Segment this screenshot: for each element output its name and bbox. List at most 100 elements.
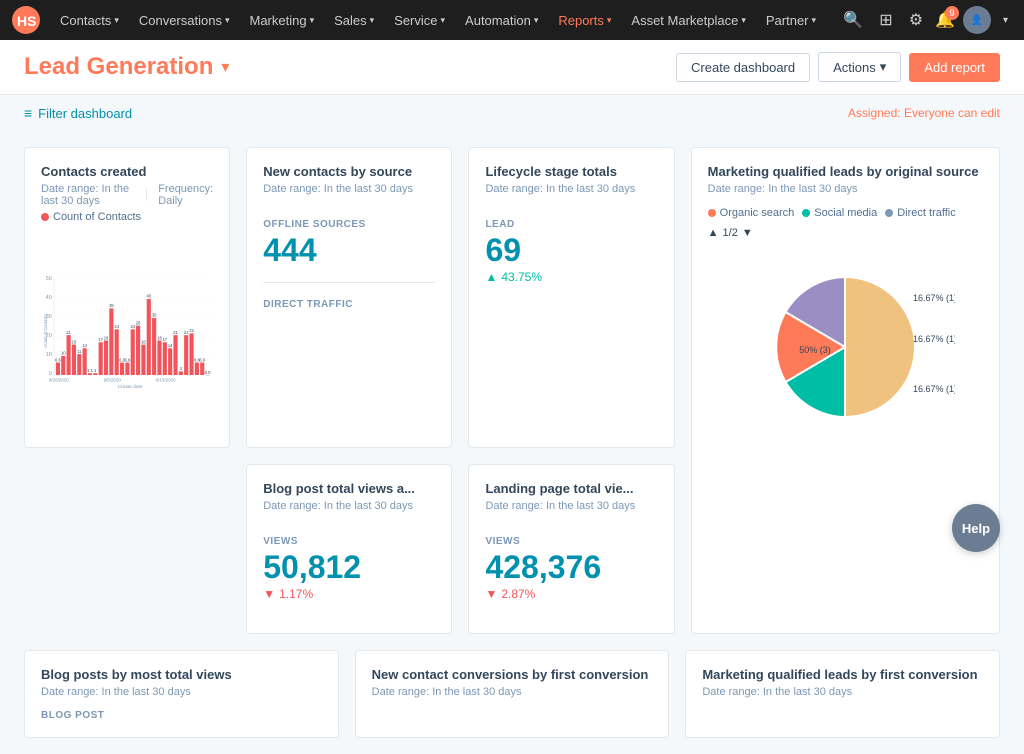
apps-icon[interactable]: ⊞ bbox=[875, 6, 896, 34]
svg-text:50% (3): 50% (3) bbox=[800, 345, 832, 355]
svg-text:16: 16 bbox=[72, 339, 77, 344]
svg-text:Count of Contacts: Count of Contacts bbox=[43, 314, 48, 347]
nav-asset-marketplace[interactable]: Asset Marketplace ▾ bbox=[623, 0, 753, 40]
nav-sales[interactable]: Sales ▾ bbox=[326, 0, 382, 40]
blog-posts-card: Blog posts by most total views Date rang… bbox=[24, 650, 339, 738]
help-button[interactable]: Help bbox=[952, 504, 1000, 552]
offline-sources-section: OFFLINE SOURCES 444 bbox=[263, 219, 435, 266]
contacts-created-card: Contacts created Date range: In the last… bbox=[24, 147, 230, 448]
assigned-value[interactable]: Everyone can edit bbox=[904, 106, 1000, 120]
svg-text:22: 22 bbox=[189, 328, 194, 333]
nav-automation-caret: ▾ bbox=[534, 15, 539, 26]
add-report-button[interactable]: Add report bbox=[909, 53, 1000, 82]
contact-conversions-date-range: Date range: In the last 30 days bbox=[372, 686, 653, 698]
landing-views-metric-section: VIEWS 428,376 ▼ 2.87% bbox=[485, 536, 657, 601]
svg-text:14: 14 bbox=[82, 343, 87, 348]
svg-text:16.67% (1): 16.67% (1) bbox=[913, 293, 955, 303]
svg-text:26: 26 bbox=[136, 320, 141, 325]
offline-sources-value: 444 bbox=[263, 234, 435, 266]
contacts-date-range: Date range: In the last 30 days bbox=[41, 183, 134, 207]
page-title-area: Lead Generation ▾ bbox=[24, 53, 229, 81]
actions-caret: ▾ bbox=[880, 59, 887, 75]
nav-service[interactable]: Service ▾ bbox=[386, 0, 453, 40]
notifications-icon[interactable]: 🔔 9 bbox=[935, 10, 955, 30]
svg-text:10: 10 bbox=[46, 352, 52, 358]
mql-legend-organic: Organic search bbox=[708, 207, 795, 219]
contacts-bar-chart: 50 40 30 20 10 0 Count of Contacts bbox=[41, 231, 213, 431]
blog-views-metric-value: 50,812 bbox=[263, 551, 435, 583]
lifecycle-date-range: Date range: In the last 30 days bbox=[485, 183, 657, 195]
prev-icon[interactable]: ▲ bbox=[708, 227, 719, 239]
lifecycle-metric-change: ▲ 43.75% bbox=[485, 270, 657, 284]
actions-button[interactable]: Actions ▾ bbox=[818, 52, 901, 82]
lifecycle-card: Lifecycle stage totals Date range: In th… bbox=[468, 147, 674, 448]
nav-contacts-caret: ▾ bbox=[114, 15, 119, 26]
svg-text:18: 18 bbox=[104, 335, 109, 340]
title-dropdown-icon[interactable]: ▾ bbox=[221, 57, 229, 77]
hubspot-logo[interactable]: HS bbox=[12, 6, 40, 34]
blog-views-title: Blog post total views a... bbox=[263, 481, 435, 496]
svg-text:9/15/2020: 9/15/2020 bbox=[156, 377, 176, 382]
landing-views-metric-label: VIEWS bbox=[485, 536, 657, 547]
header-actions: Create dashboard Actions ▾ Add report bbox=[676, 52, 1000, 82]
user-avatar[interactable]: 👤 bbox=[963, 6, 991, 34]
svg-text:24: 24 bbox=[130, 324, 135, 329]
svg-text:0: 0 bbox=[49, 371, 52, 377]
svg-text:24: 24 bbox=[114, 324, 119, 329]
blog-views-metric-section: VIEWS 50,812 ▼ 1.17% bbox=[263, 536, 435, 601]
mql-first-conversion-title: Marketing qualified leads by first conve… bbox=[702, 667, 983, 682]
svg-text:0.0: 0.0 bbox=[205, 370, 211, 375]
nav-reports[interactable]: Reports ▾ bbox=[550, 0, 619, 40]
social-media-dot bbox=[802, 209, 810, 217]
offline-sources-label: OFFLINE SOURCES bbox=[263, 219, 435, 230]
svg-text:17: 17 bbox=[163, 337, 168, 342]
organic-search-dot bbox=[708, 209, 716, 217]
lifecycle-metric-label: LEAD bbox=[485, 219, 657, 230]
svg-text:14: 14 bbox=[168, 343, 173, 348]
contacts-created-title: Contacts created bbox=[41, 164, 213, 179]
contacts-frequency: Frequency: Daily bbox=[158, 183, 213, 207]
svg-text:16.67% (1): 16.67% (1) bbox=[913, 334, 955, 344]
next-icon[interactable]: ▼ bbox=[742, 227, 753, 239]
nav-contacts[interactable]: Contacts ▾ bbox=[52, 0, 127, 40]
landing-views-metric-value: 428,376 bbox=[485, 551, 657, 583]
mql-legend: Organic search Social media Direct traff… bbox=[708, 207, 983, 219]
mql-pie-chart: 50% (3) 16.67% (1) 16.67% (1) 16.67% (1) bbox=[708, 247, 983, 447]
search-icon[interactable]: 🔍 bbox=[839, 6, 867, 34]
mql-first-conversion-date-range: Date range: In the last 30 days bbox=[702, 686, 983, 698]
svg-text:16: 16 bbox=[141, 339, 146, 344]
svg-text:21: 21 bbox=[184, 330, 189, 335]
blog-views-metric-label: VIEWS bbox=[263, 536, 435, 547]
pie-chart-svg: 50% (3) 16.67% (1) 16.67% (1) 16.67% (1) bbox=[735, 247, 955, 447]
filter-dashboard-button[interactable]: ≡ Filter dashboard bbox=[24, 105, 132, 121]
direct-traffic-dot bbox=[885, 209, 893, 217]
user-menu-caret[interactable]: ▾ bbox=[999, 11, 1012, 30]
svg-text:35: 35 bbox=[109, 303, 114, 308]
svg-text:6.6: 6.6 bbox=[55, 357, 61, 362]
lifecycle-metric-value: 69 bbox=[485, 234, 657, 266]
nav-partner[interactable]: Partner ▾ bbox=[758, 0, 824, 40]
svg-text:8/26/2020: 8/26/2020 bbox=[49, 377, 69, 382]
contacts-legend: Count of Contacts bbox=[41, 211, 213, 223]
nav-automation[interactable]: Automation ▾ bbox=[457, 0, 546, 40]
mql-first-conversion-card: Marketing qualified leads by first conve… bbox=[685, 650, 1000, 738]
create-dashboard-button[interactable]: Create dashboard bbox=[676, 53, 810, 82]
mql-legend-social: Social media bbox=[802, 207, 877, 219]
svg-text:6.6: 6.6 bbox=[125, 357, 131, 362]
svg-text:21: 21 bbox=[66, 330, 71, 335]
blog-posts-date-range: Date range: In the last 30 days bbox=[41, 686, 322, 698]
svg-text:50: 50 bbox=[46, 276, 52, 282]
settings-icon[interactable]: ⚙ bbox=[905, 6, 927, 34]
svg-text:9/5/2020: 9/5/2020 bbox=[104, 377, 122, 382]
filter-right: Assigned: Everyone can edit bbox=[848, 106, 1000, 120]
svg-text:30: 30 bbox=[152, 313, 157, 318]
filter-icon: ≡ bbox=[24, 105, 32, 121]
nav-conversations[interactable]: Conversations ▾ bbox=[131, 0, 238, 40]
top-nav: HS Contacts ▾ Conversations ▾ Marketing … bbox=[0, 0, 1024, 40]
down-arrow-icon-blog: ▼ bbox=[263, 587, 275, 601]
svg-text:11: 11 bbox=[77, 349, 82, 354]
mql-card: Marketing qualified leads by original so… bbox=[691, 147, 1000, 634]
nav-marketing[interactable]: Marketing ▾ bbox=[241, 0, 322, 40]
svg-text:10: 10 bbox=[61, 351, 66, 356]
mql-title: Marketing qualified leads by original so… bbox=[708, 164, 983, 179]
